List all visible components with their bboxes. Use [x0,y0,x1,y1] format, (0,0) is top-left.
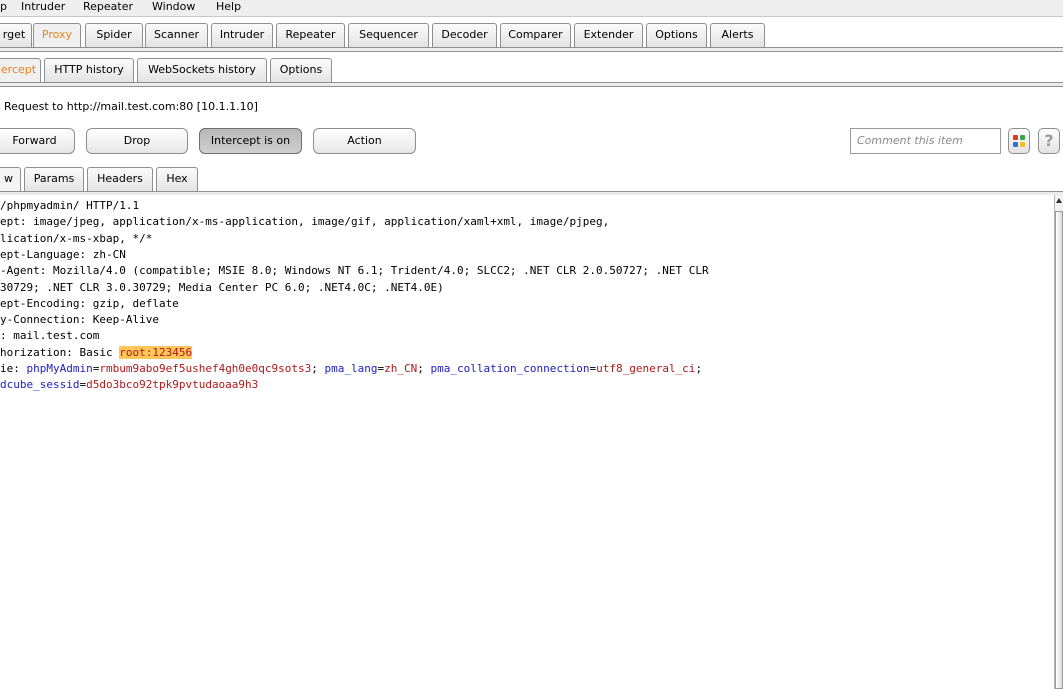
menu-bar: p Intruder Repeater Window Help [0,0,1063,17]
menu-repeater[interactable]: Repeater [83,0,133,16]
param-value: rmbum9abo9ef5ushef4gh0e0qc9sots3 [99,362,312,375]
tab-spider[interactable]: Spider [85,23,143,47]
main-tabs-divider [0,47,1063,52]
request-line: /phpmyadmin/ HTTP/1.1 [0,198,139,214]
request-text: ept-Language: zh-CN [0,247,126,261]
param-name: pma_collation_connection [430,362,590,375]
request-info: Request to http://mail.test.com:80 [10.1… [4,100,258,113]
request-text: : mail.test.com [0,329,100,343]
tab-proxy[interactable]: Proxy [33,23,81,47]
request-text: ie: [0,362,27,375]
editor-scrollbar[interactable] [1054,195,1063,689]
param-name: phpMyAdmin [26,362,93,375]
request-line: lication/x-ms-xbap, */* [0,231,152,247]
request-text: y-Connection: Keep-Alive [0,313,159,327]
tab-http-history[interactable]: HTTP history [44,58,134,82]
help-button[interactable]: ? [1038,128,1060,154]
request-text: ; [695,362,703,375]
tab-repeater[interactable]: Repeater [276,23,345,47]
tab-params[interactable]: Params [24,167,84,191]
tab-websockets-history[interactable]: WebSockets history [137,58,267,82]
tab-scanner[interactable]: Scanner [145,23,208,47]
request-text: ; [311,362,325,375]
request-line: -Agent: Mozilla/4.0 (compatible; MSIE 8.… [0,263,709,279]
scrollbar-thumb[interactable] [1055,211,1063,689]
tab-headers[interactable]: Headers [87,167,153,191]
request-line: : mail.test.com [0,328,99,344]
request-line: 30729; .NET CLR 3.0.30729; Media Center … [0,280,444,296]
highlight-color-button[interactable] [1008,128,1030,154]
tab-hex[interactable]: Hex [156,167,198,191]
request-line: horization: Basic root:123456 [0,345,193,361]
request-text: lication/x-ms-xbap, */* [0,231,153,245]
param-value: zh_CN [384,362,418,375]
request-text: 30729; .NET CLR 3.0.30729; Media Center … [0,280,444,294]
main-tabs: rget Proxy Spider Scanner Intruder Repea… [0,23,1063,47]
request-text: -Agent: Mozilla/4.0 (compatible; MSIE 8.… [0,264,709,278]
param-name: pma_lang [324,362,378,375]
view-tabs: w Params Headers Hex [0,167,1063,191]
menu-help[interactable]: Help [216,0,241,16]
param-value: d5do3bco92tpk9pvtudaoaa9h3 [86,378,259,392]
request-editor[interactable]: /phpmyadmin/ HTTP/1.1 ept: image/jpeg, ap… [0,195,1054,689]
param-name: dcube_sessid [0,378,80,392]
scroll-up-icon[interactable] [1056,198,1062,203]
param-value: utf8_general_ci [596,362,696,375]
intercept-toggle-button[interactable]: Intercept is on [199,128,302,154]
request-line: ept: image/jpeg, application/x-ms-applic… [0,214,609,230]
request-text: horization: Basic [0,345,120,359]
request-line: dcube_sessid=d5do3bco92tpk9pvtudaoaa9h3 [0,377,258,393]
tab-proxy-options[interactable]: Options [270,58,332,82]
proxy-tabs-divider [0,82,1063,87]
help-icon: ? [1044,131,1054,150]
menu-item-partial[interactable]: p [0,0,7,16]
menu-intruder[interactable]: Intruder [21,0,65,16]
drop-button[interactable]: Drop [86,128,188,154]
tab-alerts[interactable]: Alerts [710,23,765,47]
action-button[interactable]: Action [313,128,416,154]
request-text: ept: image/jpeg, application/x-ms-applic… [0,215,610,229]
request-text: ept-Encoding: gzip, deflate [0,296,179,310]
proxy-tabs: ercept HTTP history WebSockets history O… [0,58,1063,82]
tab-extender[interactable]: Extender [574,23,643,47]
comment-field[interactable]: Comment this item [850,128,1001,154]
color-grid-icon [1013,135,1025,147]
forward-button[interactable]: Forward [0,128,75,154]
tab-raw[interactable]: w [0,167,21,191]
tab-decoder[interactable]: Decoder [432,23,497,47]
tab-options[interactable]: Options [646,23,707,47]
highlighted-credential: root:123456 [119,345,193,359]
tab-comparer[interactable]: Comparer [500,23,571,47]
tab-sequencer[interactable]: Sequencer [348,23,429,47]
request-line: ie: phpMyAdmin=rmbum9abo9ef5ushef4gh0e0q… [0,361,702,377]
request-text: /phpmyadmin/ HTTP/1.1 [0,199,140,212]
request-text: ; [417,362,431,375]
request-line: ept-Encoding: gzip, deflate [0,296,179,312]
request-line: y-Connection: Keep-Alive [0,312,159,328]
request-line: ept-Language: zh-CN [0,247,126,263]
menu-window[interactable]: Window [152,0,195,16]
tab-target[interactable]: rget [0,23,32,47]
tab-intercept[interactable]: ercept [0,58,41,82]
tab-intruder[interactable]: Intruder [211,23,273,47]
